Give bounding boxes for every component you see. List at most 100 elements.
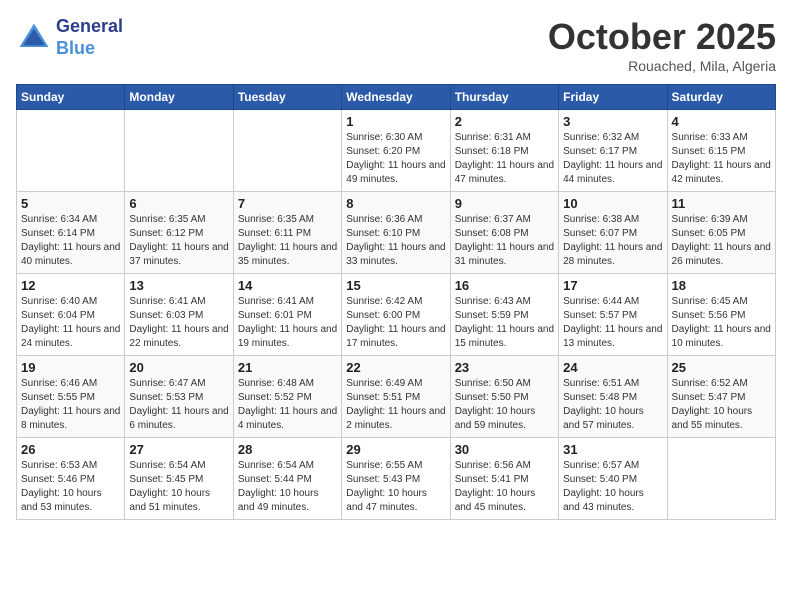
calendar-cell: 30Sunrise: 6:56 AM Sunset: 5:41 PM Dayli… (450, 438, 558, 520)
weekday-header: Tuesday (233, 85, 341, 110)
calendar-cell: 5 Sunrise: 6:34 AM Sunset: 6:14 PM Daylig… (17, 192, 125, 274)
weekday-header: Friday (559, 85, 667, 110)
weekday-header: Sunday (17, 85, 125, 110)
calendar-cell: 22 Sunrise: 6:49 AM Sunset: 5:51 PM Dayli… (342, 356, 450, 438)
day-number: 5 (21, 196, 120, 211)
month-title: October 2025 (548, 16, 776, 58)
day-number: 24 (563, 360, 662, 375)
calendar-week-row: 26 Sunrise: 6:53 AM Sunset: 5:46 PM Dayli… (17, 438, 776, 520)
day-info: Sunrise: 6:41 AM Sunset: 6:03 PM Dayligh… (129, 295, 228, 351)
day-info: Sunrise: 6:50 AM Sunset: 5:50 PM Dayligh… (455, 377, 554, 433)
calendar-week-row: 5 Sunrise: 6:34 AM Sunset: 6:14 PM Daylig… (17, 192, 776, 274)
calendar-cell (17, 110, 125, 192)
calendar-cell: 10Sunrise: 6:38 AM Sunset: 6:07 PM Dayli… (559, 192, 667, 274)
day-number: 21 (238, 360, 337, 375)
calendar-cell: 13Sunrise: 6:41 AM Sunset: 6:03 PM Dayli… (125, 274, 233, 356)
day-number: 16 (455, 278, 554, 293)
weekday-header: Monday (125, 85, 233, 110)
calendar-cell: 31 Sunrise: 6:57 AM Sunset: 5:40 PM Dayli… (559, 438, 667, 520)
day-info: Sunrise: 6:34 AM Sunset: 6:14 PM Dayligh… (21, 213, 120, 269)
day-number: 31 (563, 442, 662, 457)
day-number: 9 (455, 196, 554, 211)
calendar-cell: 24 Sunrise: 6:51 AM Sunset: 5:48 PM Dayli… (559, 356, 667, 438)
day-number: 19 (21, 360, 120, 375)
weekday-header: Wednesday (342, 85, 450, 110)
day-info: Sunrise: 6:52 AM Sunset: 5:47 PM Dayligh… (672, 377, 771, 433)
day-info: Sunrise: 6:55 AM Sunset: 5:43 PM Dayligh… (346, 459, 445, 515)
day-number: 26 (21, 442, 120, 457)
day-number: 18 (672, 278, 771, 293)
calendar-cell: 26 Sunrise: 6:53 AM Sunset: 5:46 PM Dayli… (17, 438, 125, 520)
calendar-cell: 4 Sunrise: 6:33 AM Sunset: 6:15 PM Daylig… (667, 110, 775, 192)
calendar-cell (667, 438, 775, 520)
day-number: 14 (238, 278, 337, 293)
calendar-cell (233, 110, 341, 192)
calendar-cell: 15Sunrise: 6:42 AM Sunset: 6:00 PM Dayli… (342, 274, 450, 356)
day-number: 25 (672, 360, 771, 375)
calendar-cell: 3Sunrise: 6:32 AM Sunset: 6:17 PM Daylig… (559, 110, 667, 192)
day-number: 4 (672, 114, 771, 129)
day-number: 23 (455, 360, 554, 375)
day-info: Sunrise: 6:38 AM Sunset: 6:07 PM Dayligh… (563, 213, 662, 269)
day-info: Sunrise: 6:33 AM Sunset: 6:15 PM Dayligh… (672, 131, 771, 187)
day-info: Sunrise: 6:41 AM Sunset: 6:01 PM Dayligh… (238, 295, 337, 351)
day-info: Sunrise: 6:48 AM Sunset: 5:52 PM Dayligh… (238, 377, 337, 433)
calendar-cell: 27 Sunrise: 6:54 AM Sunset: 5:45 PM Dayli… (125, 438, 233, 520)
day-info: Sunrise: 6:31 AM Sunset: 6:18 PM Dayligh… (455, 131, 554, 187)
day-number: 28 (238, 442, 337, 457)
day-number: 11 (672, 196, 771, 211)
calendar-cell: 9 Sunrise: 6:37 AM Sunset: 6:08 PM Daylig… (450, 192, 558, 274)
day-number: 30 (455, 442, 554, 457)
logo-text-general: General (56, 16, 123, 38)
day-info: Sunrise: 6:49 AM Sunset: 5:51 PM Dayligh… (346, 377, 445, 433)
weekday-header: Thursday (450, 85, 558, 110)
day-number: 2 (455, 114, 554, 129)
logo-text-blue: Blue (56, 38, 123, 60)
title-block: October 2025 Rouached, Mila, Algeria (548, 16, 776, 74)
calendar-cell: 18 Sunrise: 6:45 AM Sunset: 5:56 PM Dayli… (667, 274, 775, 356)
calendar-week-row: 19 Sunrise: 6:46 AM Sunset: 5:55 PM Dayli… (17, 356, 776, 438)
calendar-cell: 21 Sunrise: 6:48 AM Sunset: 5:52 PM Dayli… (233, 356, 341, 438)
day-info: Sunrise: 6:43 AM Sunset: 5:59 PM Dayligh… (455, 295, 554, 351)
day-number: 1 (346, 114, 445, 129)
calendar-cell: 29 Sunrise: 6:55 AM Sunset: 5:43 PM Dayli… (342, 438, 450, 520)
day-info: Sunrise: 6:30 AM Sunset: 6:20 PM Dayligh… (346, 131, 445, 187)
day-number: 3 (563, 114, 662, 129)
calendar-cell: 20Sunrise: 6:47 AM Sunset: 5:53 PM Dayli… (125, 356, 233, 438)
day-info: Sunrise: 6:46 AM Sunset: 5:55 PM Dayligh… (21, 377, 120, 433)
calendar-cell: 14 Sunrise: 6:41 AM Sunset: 6:01 PM Dayli… (233, 274, 341, 356)
day-info: Sunrise: 6:57 AM Sunset: 5:40 PM Dayligh… (563, 459, 662, 515)
location: Rouached, Mila, Algeria (548, 58, 776, 74)
logo: General Blue (16, 16, 123, 59)
day-info: Sunrise: 6:44 AM Sunset: 5:57 PM Dayligh… (563, 295, 662, 351)
day-info: Sunrise: 6:51 AM Sunset: 5:48 PM Dayligh… (563, 377, 662, 433)
calendar-table: SundayMondayTuesdayWednesdayThursdayFrid… (16, 84, 776, 520)
calendar-cell: 2 Sunrise: 6:31 AM Sunset: 6:18 PM Daylig… (450, 110, 558, 192)
calendar-header-row: SundayMondayTuesdayWednesdayThursdayFrid… (17, 85, 776, 110)
calendar-cell: 1 Sunrise: 6:30 AM Sunset: 6:20 PM Daylig… (342, 110, 450, 192)
day-number: 20 (129, 360, 228, 375)
calendar-cell: 17 Sunrise: 6:44 AM Sunset: 5:57 PM Dayli… (559, 274, 667, 356)
day-info: Sunrise: 6:37 AM Sunset: 6:08 PM Dayligh… (455, 213, 554, 269)
calendar-cell: 8 Sunrise: 6:36 AM Sunset: 6:10 PM Daylig… (342, 192, 450, 274)
day-info: Sunrise: 6:39 AM Sunset: 6:05 PM Dayligh… (672, 213, 771, 269)
day-number: 12 (21, 278, 120, 293)
day-info: Sunrise: 6:54 AM Sunset: 5:45 PM Dayligh… (129, 459, 228, 515)
calendar-cell: 11 Sunrise: 6:39 AM Sunset: 6:05 PM Dayli… (667, 192, 775, 274)
day-number: 27 (129, 442, 228, 457)
day-number: 22 (346, 360, 445, 375)
page-header: General Blue October 2025 Rouached, Mila… (16, 16, 776, 74)
day-number: 7 (238, 196, 337, 211)
day-number: 6 (129, 196, 228, 211)
day-number: 17 (563, 278, 662, 293)
day-number: 29 (346, 442, 445, 457)
day-info: Sunrise: 6:36 AM Sunset: 6:10 PM Dayligh… (346, 213, 445, 269)
calendar-week-row: 12Sunrise: 6:40 AM Sunset: 6:04 PM Dayli… (17, 274, 776, 356)
calendar-cell: 12Sunrise: 6:40 AM Sunset: 6:04 PM Dayli… (17, 274, 125, 356)
day-info: Sunrise: 6:53 AM Sunset: 5:46 PM Dayligh… (21, 459, 120, 515)
day-info: Sunrise: 6:45 AM Sunset: 5:56 PM Dayligh… (672, 295, 771, 351)
day-number: 8 (346, 196, 445, 211)
calendar-cell: 19 Sunrise: 6:46 AM Sunset: 5:55 PM Dayli… (17, 356, 125, 438)
calendar-cell: 6Sunrise: 6:35 AM Sunset: 6:12 PM Daylig… (125, 192, 233, 274)
logo-icon (16, 20, 52, 56)
